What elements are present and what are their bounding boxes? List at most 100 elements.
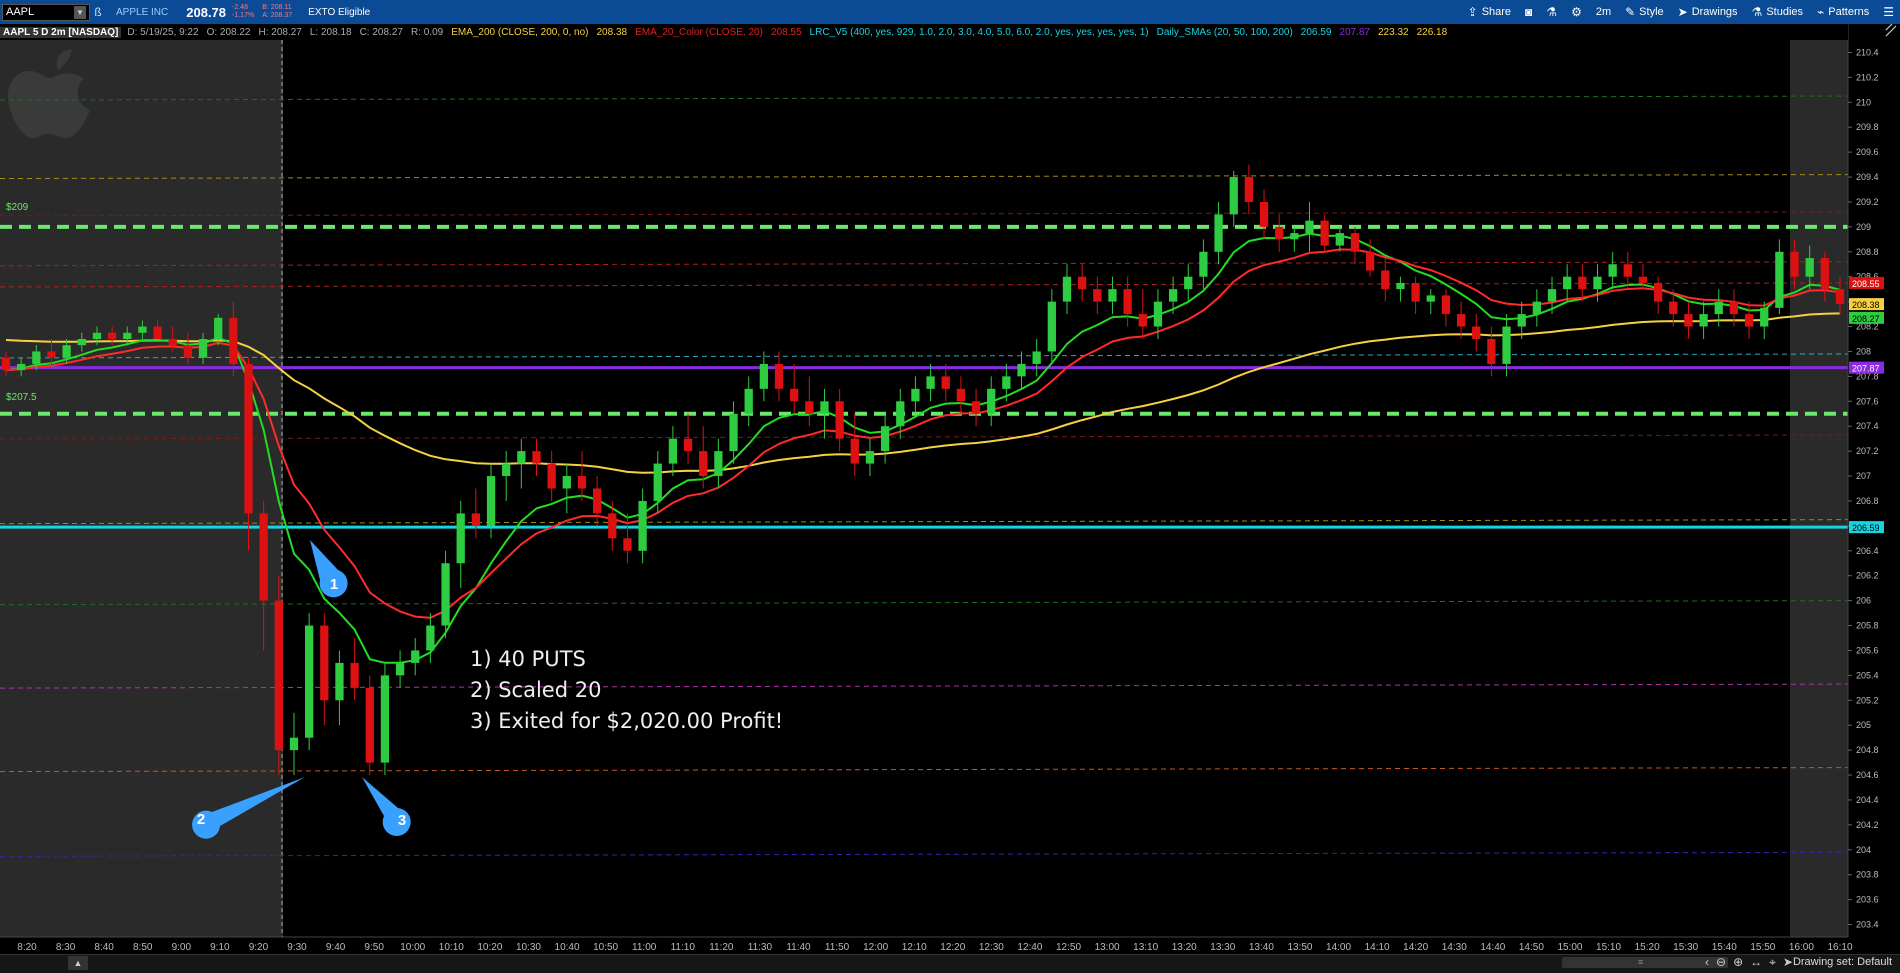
sma50-value: 207.87 [1339, 26, 1370, 38]
timeframe-selector[interactable]: 2m [1596, 6, 1611, 18]
snapshot-button[interactable]: ◙ [1525, 5, 1532, 19]
candle-body [259, 513, 268, 601]
candle-body [32, 351, 41, 364]
x-tick-label: 11:30 [748, 942, 773, 953]
candle-body [1032, 351, 1041, 364]
x-tick-label: 10:40 [555, 942, 580, 953]
bid-ask: B: 208.11 A: 208.37 [262, 4, 292, 20]
symbol-input[interactable]: AAPL ▼ [2, 3, 90, 21]
studies-menu[interactable]: ⚗ Studies [1752, 5, 1803, 19]
candle-body [1093, 289, 1102, 302]
candle-body [850, 438, 859, 464]
candle-body [1381, 270, 1390, 290]
zoom-out-icon[interactable]: ⊖ [1716, 955, 1726, 970]
chevron-down-icon[interactable]: ▼ [74, 5, 86, 19]
x-tick-label: 11:00 [632, 942, 657, 953]
x-tick-label: 15:30 [1673, 942, 1698, 953]
share-icon: ⇪ [1467, 5, 1478, 19]
candle-body [123, 332, 132, 339]
drawings-menu[interactable]: ➤ Drawings [1678, 5, 1738, 19]
candle-body [1017, 363, 1026, 377]
lrc-study[interactable]: LRC_V5 (400, yes, 929, 1.0, 2.0, 3.0, 4.… [808, 27, 1151, 38]
x-tick-label: 8:20 [17, 942, 37, 953]
share-button[interactable]: ⇪ Share [1468, 5, 1511, 19]
link-icon[interactable]: ß [90, 5, 106, 19]
x-tick-label: 12:20 [940, 942, 965, 953]
candle-body [790, 388, 799, 402]
study-info-bar: AAPL 5 D 2m [NASDAQ] D: 5/19/25, 9:22 O:… [0, 24, 1848, 40]
candle-body [1517, 314, 1526, 327]
price-chart[interactable]: 203.4 203.6 203.8 204 204.2 204.4 204.6 204.8 20… [0, 0, 1900, 972]
crosshair-icon[interactable]: ⌖ [1769, 955, 1776, 970]
candle-body [971, 401, 981, 414]
settings-button[interactable]: ⚙ [1571, 5, 1582, 19]
candle-body [229, 317, 238, 364]
bar-close: C: 208.27 [359, 26, 403, 38]
x-tick-label: 9:50 [364, 942, 384, 953]
candle-body [1078, 276, 1087, 290]
horizontal-scrollbar[interactable]: ≡ [1562, 957, 1728, 968]
gear-icon: ⚙ [1571, 5, 1582, 19]
x-tick-label: 15:40 [1712, 942, 1737, 953]
ema20-value: 208.55 [770, 26, 802, 38]
flask-icon: ⚗ [1546, 5, 1558, 19]
level-label-209: $209 [6, 202, 29, 213]
candle-body [1638, 276, 1648, 283]
x-tick-label: 8:40 [94, 942, 114, 953]
bar-high: H: 208.27 [258, 26, 302, 38]
y-tick-label: 207.6 [1856, 396, 1879, 406]
lab-button[interactable]: ⚗ [1546, 5, 1557, 19]
sma100-value: 223.32 [1377, 26, 1409, 38]
studies-icon: ⚗ [1751, 5, 1763, 19]
bid-value: B: 208.11 [262, 4, 292, 11]
candle-body [1593, 276, 1602, 290]
x-tick-label: 9:10 [210, 942, 230, 953]
x-tick-label: 14:20 [1403, 942, 1428, 953]
x-tick-label: 15:20 [1635, 942, 1660, 953]
x-tick-label: 10:00 [400, 942, 425, 953]
y-tick-label: 207.2 [1856, 446, 1879, 456]
x-tick-label: 11:20 [709, 942, 734, 953]
candle-body [62, 345, 71, 358]
candle-body [1244, 177, 1254, 202]
smas-study[interactable]: Daily_SMAs (20, 50, 100, 200) [1155, 27, 1295, 38]
collapse-panel-button[interactable]: ▲ [68, 956, 88, 970]
candle-body [547, 463, 556, 489]
x-tick-label: 16:10 [1827, 942, 1852, 953]
bar-date: D: 5/19/25, 9:22 [127, 26, 199, 38]
bar-open: O: 208.22 [206, 26, 251, 38]
ema200-study[interactable]: EMA_200 (CLOSE, 200, 0, no) [449, 27, 590, 38]
zoom-in-icon[interactable]: ⊕ [1733, 955, 1743, 970]
candle-body [168, 339, 177, 346]
candle-body [880, 426, 890, 452]
candle-body [577, 476, 587, 489]
style-icon: ✎ [1625, 5, 1636, 19]
x-tick-label: 12:40 [1017, 942, 1042, 953]
candle-body [305, 625, 314, 738]
y-tick-label: 204 [1856, 845, 1871, 855]
price-tag-label: 208.38 [1852, 300, 1880, 310]
chart-symbol-label[interactable]: AAPL 5 D 2m [NASDAQ] [0, 26, 122, 38]
menu-button[interactable]: ☰ [1883, 5, 1894, 19]
candle-body [153, 326, 162, 339]
ema20-study[interactable]: EMA_20_Color (CLOSE, 20) [633, 27, 765, 38]
candle-body [289, 737, 299, 751]
candle-body [380, 675, 390, 763]
scroll-left-icon[interactable]: ‹ [1705, 955, 1709, 970]
annotation-line-3: 3) Exited for $2,020.00 Profit! [470, 709, 784, 733]
pan-icon[interactable]: ↔ [1750, 955, 1762, 970]
drawing-set-label[interactable]: Drawing set: Default [1793, 956, 1892, 968]
style-menu[interactable]: ✎ Style [1625, 5, 1664, 19]
candle-body [608, 513, 617, 539]
candle-body [274, 600, 283, 751]
y-tick-label: 205.8 [1856, 621, 1879, 631]
candle-body [911, 388, 920, 402]
candle-body [517, 451, 526, 464]
candle-body [1290, 233, 1299, 240]
candle-body [1502, 326, 1511, 364]
candle-body [668, 438, 678, 464]
patterns-menu[interactable]: ⌁ Patterns [1817, 5, 1869, 19]
candle-body [683, 438, 693, 452]
candle-body [17, 363, 26, 371]
cursor-icon[interactable]: ➤ [1783, 955, 1793, 970]
